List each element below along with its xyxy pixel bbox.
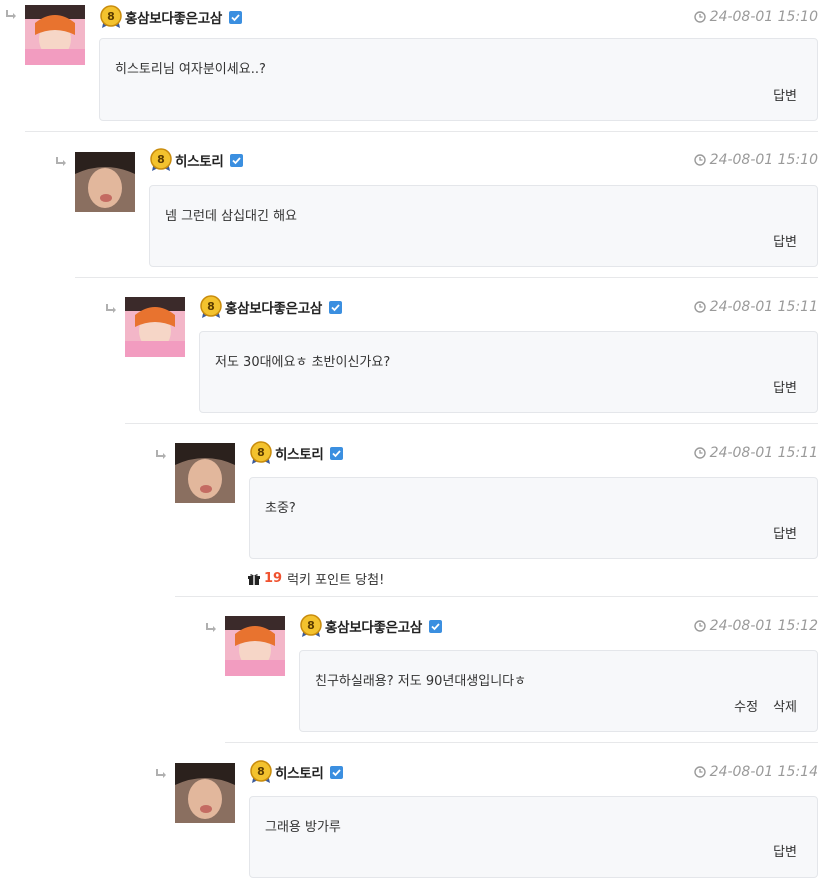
comment-text: 그래용 방가루 bbox=[265, 820, 341, 835]
edit-button[interactable]: 수정 bbox=[734, 696, 758, 715]
svg-text:8: 8 bbox=[257, 446, 265, 459]
divider bbox=[225, 742, 818, 743]
clock-icon bbox=[693, 620, 706, 632]
avatar[interactable] bbox=[125, 297, 185, 357]
divider bbox=[125, 423, 818, 424]
comment-date: 24-08-01 15:14 bbox=[693, 760, 818, 784]
comment-box: 저도 30대에요ㅎ 초반이신가요? 답변 bbox=[199, 331, 818, 413]
reply-arrow-icon bbox=[156, 769, 166, 778]
reply-button[interactable]: 답변 bbox=[773, 841, 797, 860]
reply-button[interactable]: 답변 bbox=[773, 377, 797, 396]
reply-arrow-icon bbox=[106, 304, 116, 313]
clock-icon bbox=[693, 11, 706, 23]
comment-text: 넴 그런데 삼십대긴 해요 bbox=[165, 209, 297, 224]
level-badge-icon: 8 bbox=[150, 148, 172, 171]
verified-check-icon bbox=[230, 153, 244, 167]
reply-button[interactable]: 답변 bbox=[773, 523, 797, 542]
avatar[interactable] bbox=[225, 616, 285, 676]
clock-icon bbox=[693, 766, 706, 778]
lucky-point-notice: 19 럭키 포인트 당첨! bbox=[248, 569, 384, 588]
comment: 8 히스토리 24-08-01 15:10 넴 그런데 삼십대긴 해요 답변 bbox=[50, 148, 818, 268]
author-name[interactable]: 홍삼보다좋은고삼 bbox=[325, 616, 422, 636]
reply-button[interactable]: 답변 bbox=[773, 231, 797, 250]
lucky-point-amount: 19 bbox=[264, 571, 283, 586]
verified-check-icon bbox=[428, 619, 442, 633]
comment-box: 넴 그런데 삼십대긴 해요 답변 bbox=[149, 185, 818, 267]
comment-date: 24-08-01 15:10 bbox=[693, 148, 818, 172]
comment-text: 초중? bbox=[265, 501, 296, 516]
level-badge-icon: 8 bbox=[300, 614, 322, 637]
comment: 8 홍삼보다좋은고삼 24-08-01 15:10 히스토리님 여자분이세요..… bbox=[0, 5, 818, 125]
verified-check-icon bbox=[330, 765, 344, 779]
comment: 8 히스토리 24-08-01 15:14 그래용 방가루 답변 bbox=[150, 760, 818, 878]
verified-check-icon bbox=[228, 10, 242, 24]
level-badge-icon: 8 bbox=[100, 5, 122, 28]
svg-text:8: 8 bbox=[207, 300, 215, 313]
svg-text:8: 8 bbox=[107, 10, 115, 23]
divider bbox=[75, 277, 818, 278]
comment-box: 그래용 방가루 답변 bbox=[249, 796, 818, 878]
clock-icon bbox=[693, 447, 706, 459]
divider bbox=[25, 131, 818, 132]
comment-date: 24-08-01 15:12 bbox=[693, 614, 818, 638]
verified-check-icon bbox=[328, 300, 342, 314]
avatar[interactable] bbox=[25, 5, 85, 65]
level-badge-icon: 8 bbox=[200, 295, 222, 318]
author-name[interactable]: 홍삼보다좋은고삼 bbox=[125, 7, 222, 27]
clock-icon bbox=[693, 301, 706, 313]
comment: 8 히스토리 24-08-01 15:11 초중? 답변 19 럭키 포인트 당… bbox=[150, 441, 818, 591]
comment-text: 히스토리님 여자분이세요..? bbox=[115, 62, 266, 77]
avatar[interactable] bbox=[75, 152, 135, 212]
gift-icon bbox=[248, 573, 260, 585]
author-name[interactable]: 홍삼보다좋은고삼 bbox=[225, 297, 322, 317]
comment-date: 24-08-01 15:11 bbox=[693, 441, 818, 465]
avatar[interactable] bbox=[175, 763, 235, 823]
lucky-point-text: 럭키 포인트 당첨! bbox=[287, 573, 385, 588]
svg-text:8: 8 bbox=[307, 619, 315, 632]
level-badge-icon: 8 bbox=[250, 760, 272, 783]
clock-icon bbox=[693, 154, 706, 166]
author-name[interactable]: 히스토리 bbox=[275, 762, 324, 782]
reply-button[interactable]: 답변 bbox=[773, 85, 797, 104]
svg-text:8: 8 bbox=[157, 153, 165, 166]
comment: 8 홍삼보다좋은고삼 24-08-01 15:12 친구하실래용? 저도 90년… bbox=[200, 614, 818, 734]
comment: 8 홍삼보다좋은고삼 24-08-01 15:11 저도 30대에요ㅎ 초반이신… bbox=[100, 295, 818, 415]
reply-arrow-icon bbox=[156, 450, 166, 459]
reply-arrow-icon bbox=[206, 623, 216, 632]
comment-box: 초중? 답변 bbox=[249, 477, 818, 559]
comment-box: 히스토리님 여자분이세요..? 답변 bbox=[99, 38, 818, 121]
avatar[interactable] bbox=[175, 443, 235, 503]
author-name[interactable]: 히스토리 bbox=[175, 150, 224, 170]
level-badge-icon: 8 bbox=[250, 441, 272, 464]
delete-button[interactable]: 삭제 bbox=[773, 696, 797, 715]
reply-arrow-icon bbox=[56, 157, 66, 166]
comment-box: 친구하실래용? 저도 90년대생입니다ㅎ 수정 삭제 bbox=[299, 650, 818, 732]
svg-text:8: 8 bbox=[257, 765, 265, 778]
divider bbox=[175, 596, 818, 597]
comment-text: 친구하실래용? 저도 90년대생입니다ㅎ bbox=[315, 674, 527, 689]
comment-date: 24-08-01 15:11 bbox=[693, 295, 818, 319]
verified-check-icon bbox=[330, 446, 344, 460]
comment-text: 저도 30대에요ㅎ 초반이신가요? bbox=[215, 355, 391, 370]
author-name[interactable]: 히스토리 bbox=[275, 443, 324, 463]
comment-date: 24-08-01 15:10 bbox=[693, 5, 818, 29]
reply-arrow-icon bbox=[6, 10, 16, 19]
